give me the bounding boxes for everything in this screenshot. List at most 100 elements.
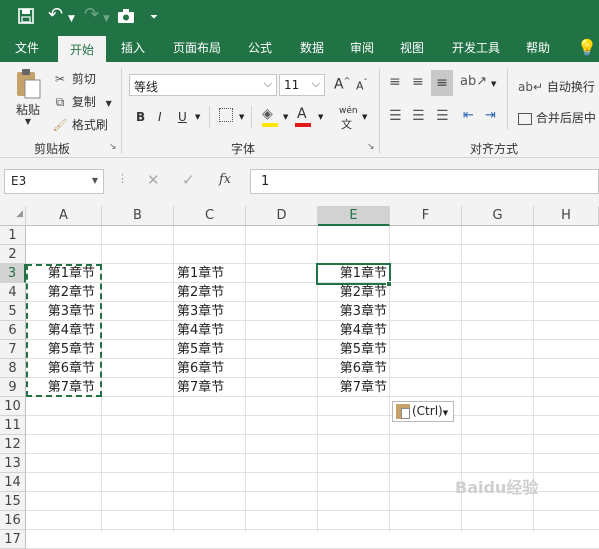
cell-c5[interactable]: 第3章节 — [177, 302, 224, 321]
tab-developer[interactable]: 开发工具 — [444, 34, 508, 62]
row-header-4[interactable]: 4 — [0, 283, 26, 302]
phonetic-icon[interactable]: wén — [339, 106, 358, 116]
row-header-12[interactable]: 12 — [0, 435, 26, 454]
row-header-14[interactable]: 14 — [0, 473, 26, 492]
bold-button[interactable]: B — [136, 110, 145, 124]
cell-c7[interactable]: 第5章节 — [177, 340, 224, 359]
phonetic-dropdown-icon[interactable]: ▼ — [362, 113, 367, 121]
borders-icon[interactable] — [219, 108, 233, 122]
column-header-d[interactable]: D — [246, 206, 318, 226]
align-left-icon[interactable]: ☰ — [389, 108, 402, 124]
font-color-dropdown-icon[interactable]: ▼ — [318, 113, 323, 121]
lightbulb-icon[interactable]: 💡 — [577, 38, 597, 57]
row-header-7[interactable]: 7 — [0, 340, 26, 359]
tab-review[interactable]: 审阅 — [342, 34, 382, 62]
dialog-launcher-icon[interactable]: ↘ — [367, 142, 375, 152]
undo-icon[interactable]: ↶ — [48, 6, 63, 24]
column-header-g[interactable]: G — [462, 206, 534, 226]
tab-help[interactable]: 帮助 — [518, 34, 558, 62]
align-bottom-icon[interactable]: ≡ — [431, 70, 453, 96]
font-name-select[interactable]: 等线 ⌵ — [129, 74, 277, 96]
column-header-a[interactable]: A — [26, 206, 102, 226]
cell-c4[interactable]: 第2章节 — [177, 283, 224, 302]
cell-e9[interactable]: 第7章节 — [318, 378, 390, 397]
merge-center-button[interactable]: 合并后居中 — [518, 109, 596, 126]
orientation-icon[interactable]: ab↗ — [460, 74, 487, 89]
tab-page-layout[interactable]: 页面布局 — [166, 34, 228, 62]
name-box-dropdown-icon[interactable]: ▼ — [92, 176, 98, 185]
orientation-dropdown-icon[interactable]: ▼ — [491, 80, 496, 88]
align-middle-icon[interactable]: ≡ — [412, 74, 424, 90]
formula-input[interactable]: 1 — [250, 169, 599, 194]
dialog-launcher-icon[interactable]: ↘ — [109, 142, 117, 152]
cut-button[interactable]: ✂ 剪切 — [52, 70, 96, 87]
decrease-indent-icon[interactable]: ⇤ — [463, 108, 474, 123]
customize-icon[interactable]: ⏷ — [150, 9, 158, 27]
row-header-11[interactable]: 11 — [0, 416, 26, 435]
save-icon[interactable] — [18, 8, 34, 28]
cell-e6[interactable]: 第4章节 — [318, 321, 390, 340]
column-header-e[interactable]: E — [318, 206, 390, 226]
worksheet-grid[interactable]: ◢ A B C D E F G H 1 2 3 4 5 6 7 8 9 10 11 12 13 14 15 1… — [0, 206, 599, 549]
tab-formulas[interactable]: 公式 — [240, 34, 280, 62]
cell-c8[interactable]: 第6章节 — [177, 359, 224, 378]
row-header-13[interactable]: 13 — [0, 454, 26, 473]
enter-icon[interactable]: ✓ — [182, 171, 195, 189]
row-header-9[interactable]: 9 — [0, 378, 26, 397]
format-painter-button[interactable]: 🖌 格式刷 — [52, 116, 107, 133]
tab-data[interactable]: 数据 — [292, 34, 332, 62]
cell-e4[interactable]: 第2章节 — [318, 283, 390, 302]
cell-e7[interactable]: 第5章节 — [318, 340, 390, 359]
row-header-16[interactable]: 16 — [0, 511, 26, 530]
name-box[interactable]: E3 ▼ — [4, 169, 104, 194]
row-header-1[interactable]: 1 — [0, 226, 26, 245]
cell-a7[interactable]: 第5章节 — [26, 340, 98, 359]
copy-button[interactable]: ⧉ 复制 ▼ — [52, 93, 112, 110]
cell-e5[interactable]: 第3章节 — [318, 302, 390, 321]
font-color-icon[interactable]: A — [297, 106, 307, 122]
grow-font-button[interactable]: A^ — [334, 76, 350, 93]
column-header-h[interactable]: H — [534, 206, 599, 226]
paste-button[interactable]: 粘贴 ▼ — [10, 68, 46, 134]
redo-icon[interactable]: ↷ — [84, 6, 99, 24]
cell-e3[interactable]: 第1章节 — [318, 264, 390, 283]
cell-a9[interactable]: 第7章节 — [26, 378, 98, 397]
paste-options-button[interactable]: (Ctrl)▼ — [392, 401, 454, 422]
row-header-15[interactable]: 15 — [0, 492, 26, 511]
italic-button[interactable]: I — [158, 110, 162, 124]
cell-c6[interactable]: 第4章节 — [177, 321, 224, 340]
paste-dropdown-icon[interactable]: ▼ — [10, 117, 46, 127]
align-top-icon[interactable]: ≡ — [389, 74, 401, 90]
cancel-icon[interactable]: ✕ — [147, 171, 160, 189]
row-header-5[interactable]: 5 — [0, 302, 26, 321]
cell-c9[interactable]: 第7章节 — [177, 378, 224, 397]
cell-a8[interactable]: 第6章节 — [26, 359, 98, 378]
cell-a6[interactable]: 第4章节 — [26, 321, 98, 340]
tab-insert[interactable]: 插入 — [112, 34, 154, 62]
fill-color-dropdown-icon[interactable]: ▼ — [283, 113, 288, 121]
insert-function-icon[interactable]: fx — [219, 172, 231, 187]
cell-a4[interactable]: 第2章节 — [26, 283, 98, 302]
fill-color-icon[interactable]: ◈ — [262, 106, 273, 122]
column-header-b[interactable]: B — [102, 206, 174, 226]
wrap-text-button[interactable]: ab↵ 自动换行 — [518, 78, 595, 95]
copy-dropdown-icon[interactable]: ▼ — [106, 99, 112, 108]
row-header-3[interactable]: 3 — [0, 264, 26, 283]
align-right-icon[interactable]: ☰ — [436, 108, 449, 124]
underline-dropdown-icon[interactable]: ▼ — [195, 113, 200, 121]
underline-button[interactable]: U — [178, 110, 187, 124]
cell-a3[interactable]: 第1章节 — [26, 264, 98, 283]
borders-dropdown-icon[interactable]: ▼ — [239, 113, 244, 121]
row-header-6[interactable]: 6 — [0, 321, 26, 340]
column-header-c[interactable]: C — [174, 206, 246, 226]
tab-home[interactable]: 开始 — [58, 36, 106, 62]
row-header-8[interactable]: 8 — [0, 359, 26, 378]
camera-icon[interactable] — [117, 8, 135, 28]
row-header-10[interactable]: 10 — [0, 397, 26, 416]
row-header-2[interactable]: 2 — [0, 245, 26, 264]
font-size-select[interactable]: 11 ⌵ — [279, 74, 325, 96]
redo-dropdown-icon[interactable]: ▼ — [103, 10, 110, 28]
undo-dropdown-icon[interactable]: ▼ — [68, 10, 75, 28]
cell-a5[interactable]: 第3章节 — [26, 302, 98, 321]
align-center-icon[interactable]: ☰ — [412, 108, 425, 124]
